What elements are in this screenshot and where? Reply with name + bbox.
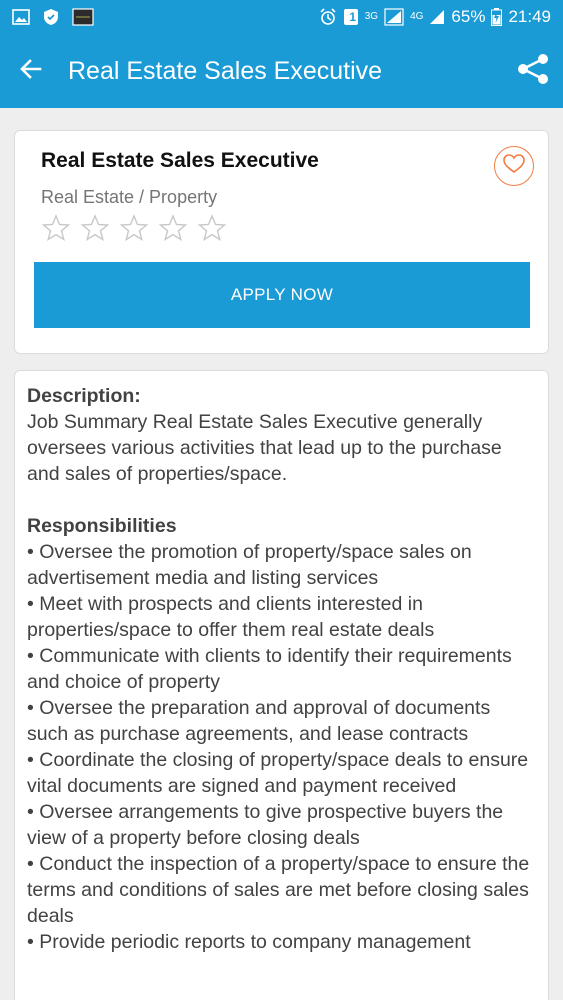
job-details-card: Description: Job Summary Real Estate Sal… xyxy=(14,370,549,1000)
share-icon xyxy=(516,52,550,91)
network-3g-label: 3G xyxy=(364,11,379,22)
battery-charging-icon xyxy=(491,8,503,26)
arrow-left-icon xyxy=(18,56,44,87)
apply-now-button[interactable]: APPLY NOW xyxy=(34,262,530,328)
star-icon[interactable] xyxy=(119,213,149,243)
list-item: • Oversee the preparation and approval o… xyxy=(27,697,491,745)
back-button[interactable] xyxy=(0,34,62,108)
app-bar-title: Real Estate Sales Executive xyxy=(68,56,383,85)
status-bar: 1 3G 4G 65% 21:49 xyxy=(0,0,563,34)
star-icon[interactable] xyxy=(80,213,110,243)
description-text: Job Summary Real Estate Sales Executive … xyxy=(27,411,502,485)
clock: 21:49 xyxy=(508,7,551,26)
heart-outline-icon xyxy=(503,153,525,179)
signal-3g-icon xyxy=(384,8,404,26)
list-item: • Provide periodic reports to company ma… xyxy=(27,931,471,953)
star-icon[interactable] xyxy=(197,213,227,243)
gallery-notification-icon xyxy=(12,9,30,25)
share-button[interactable] xyxy=(503,34,563,108)
favorite-button[interactable] xyxy=(494,146,534,186)
alarm-icon xyxy=(319,8,337,26)
list-item: • Coordinate the closing of property/spa… xyxy=(27,749,529,797)
list-item: • Oversee the promotion of property/spac… xyxy=(27,541,472,589)
list-item: • Oversee arrangements to give prospecti… xyxy=(27,801,504,849)
app-notification-icon xyxy=(72,8,94,26)
list-item: • Communicate with clients to identify t… xyxy=(27,645,512,693)
star-icon[interactable] xyxy=(158,213,188,243)
star-icon[interactable] xyxy=(41,213,71,243)
shield-notification-icon xyxy=(42,8,60,26)
responsibilities-list: • Oversee the promotion of property/spac… xyxy=(27,539,536,955)
list-item: • Conduct the inspection of a property/s… xyxy=(27,853,530,927)
signal-4g-icon xyxy=(429,9,445,25)
app-bar: Real Estate Sales Executive xyxy=(0,34,563,108)
list-item: • Meet with prospects and clients intere… xyxy=(27,593,435,641)
job-category: Real Estate / Property xyxy=(41,187,218,207)
responsibilities-heading: Responsibilities xyxy=(27,515,177,537)
job-header-card: Real Estate Sales Executive Real Estate … xyxy=(14,130,549,354)
job-title: Real Estate Sales Executive xyxy=(41,149,319,172)
description-heading: Description: xyxy=(27,385,141,407)
battery-percent: 65% xyxy=(451,7,486,26)
rating-stars[interactable] xyxy=(41,213,227,243)
sim-badge-text: 1 xyxy=(349,10,357,24)
network-4g-label: 4G xyxy=(410,11,424,22)
